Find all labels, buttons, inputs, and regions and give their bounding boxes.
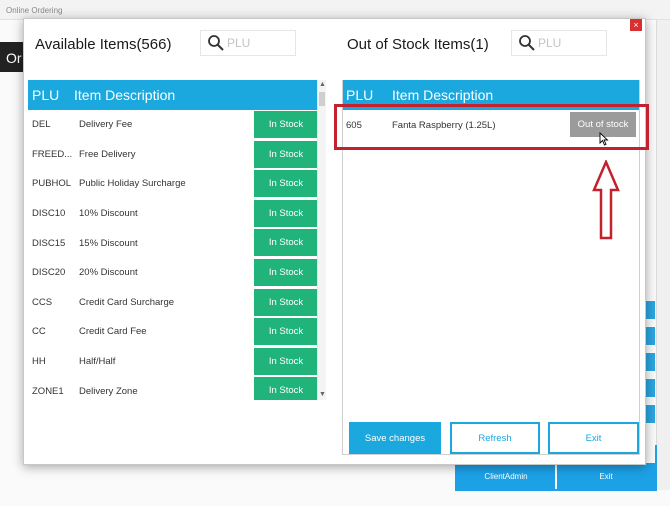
stock-management-dialog: × Available Items(566) PLU Item Descript…: [23, 18, 649, 465]
table-row: DISC20 20% Discount In Stock: [28, 258, 318, 288]
exit-button[interactable]: Exit: [548, 422, 639, 454]
refresh-button[interactable]: Refresh: [450, 422, 540, 454]
table-row: DISC10 10% Discount In Stock: [28, 199, 318, 229]
in-stock-button[interactable]: In Stock: [254, 347, 318, 376]
window-title: Online Ordering: [0, 0, 670, 20]
in-stock-button[interactable]: In Stock: [254, 318, 318, 347]
in-stock-button[interactable]: In Stock: [254, 377, 318, 400]
table-row: HH Half/Half In Stock: [28, 347, 318, 377]
in-stock-button[interactable]: In Stock: [254, 199, 318, 228]
save-changes-button[interactable]: Save changes: [349, 422, 441, 454]
search-icon: [516, 32, 538, 54]
in-stock-button[interactable]: In Stock: [254, 170, 318, 199]
item-plu: CCS: [32, 296, 53, 308]
item-plu: DISC10: [32, 208, 66, 220]
available-list-scrollbar[interactable]: ▲ ▼: [317, 80, 326, 400]
table-row: DISC15 15% Discount In Stock: [28, 228, 318, 258]
item-plu: FREED...: [32, 148, 73, 160]
search-icon: [205, 32, 227, 54]
background-bottom-bar: ClientAdmin Exit: [457, 463, 655, 489]
scroll-thumb[interactable]: [319, 92, 325, 106]
out-of-stock-title: Out of Stock Items(1): [347, 36, 489, 53]
in-stock-button[interactable]: In Stock: [254, 229, 318, 258]
description-column-header: Item Description: [74, 87, 176, 103]
table-row: CC Credit Card Fee In Stock: [28, 317, 318, 347]
item-plu: PUBHOL: [32, 178, 72, 190]
available-search-input[interactable]: [227, 36, 287, 50]
background-exit-button[interactable]: Exit: [557, 463, 655, 489]
background-scrollbar: [656, 20, 670, 490]
annotation-up-arrow-icon: [592, 158, 620, 245]
item-plu: HH: [32, 356, 46, 368]
scroll-up-icon[interactable]: ▲: [318, 80, 327, 90]
plu-column-header: PLU: [32, 87, 60, 103]
item-plu: DEL: [32, 119, 51, 131]
in-stock-button[interactable]: In Stock: [254, 140, 318, 169]
item-plu: DISC20: [32, 267, 66, 279]
table-row: ZONE1 Delivery Zone In Stock: [28, 376, 318, 400]
close-button[interactable]: ×: [630, 19, 642, 31]
out-of-stock-search-input[interactable]: [538, 36, 598, 50]
table-row: CCS Credit Card Surcharge In Stock: [28, 288, 318, 318]
mouse-cursor-icon: [599, 131, 609, 151]
available-items-list: DEL Delivery Fee In Stock FREED... Free Deli…: [28, 110, 318, 400]
in-stock-button[interactable]: In Stock: [254, 111, 318, 139]
item-plu: CC: [32, 326, 46, 338]
in-stock-button[interactable]: In Stock: [254, 288, 318, 317]
available-search[interactable]: [200, 30, 296, 56]
table-row: FREED... Free Delivery In Stock: [28, 140, 318, 170]
in-stock-button[interactable]: In Stock: [254, 258, 318, 287]
available-table-header: PLU Item Description: [28, 80, 317, 110]
item-plu: DISC15: [32, 237, 66, 249]
out-of-stock-search[interactable]: [511, 30, 607, 56]
table-row: PUBHOL Public Holiday Surcharge In Stock: [28, 169, 318, 199]
table-row: DEL Delivery Fee In Stock: [28, 110, 318, 140]
item-plu: ZONE1: [32, 385, 64, 397]
client-admin-button[interactable]: ClientAdmin: [457, 463, 555, 489]
available-items-title: Available Items(566): [35, 36, 172, 53]
scroll-down-icon[interactable]: ▼: [318, 390, 327, 400]
